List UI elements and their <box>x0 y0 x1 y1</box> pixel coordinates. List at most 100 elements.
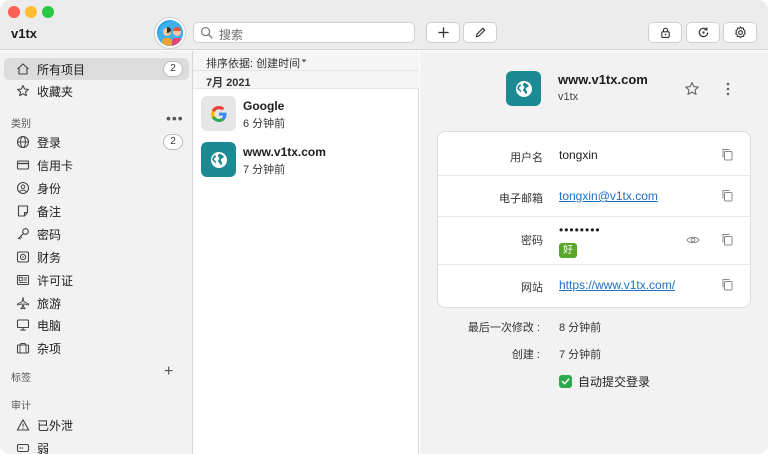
copy-icon[interactable] <box>721 278 734 291</box>
key-icon <box>17 228 29 240</box>
password-masked-value[interactable]: •••••••• <box>559 223 601 237</box>
sidebar-item-label: 身份 <box>37 181 62 196</box>
sidebar-item-all-items[interactable]: 所有项目 2 <box>4 58 189 80</box>
month-label: 7月 2021 <box>206 77 251 89</box>
checkmark-icon <box>559 375 572 388</box>
auto-submit-label: 自动提交登录 <box>578 375 651 389</box>
bank-icon <box>16 251 30 263</box>
app-window: v1tx 搜索 所有项目 2 收藏夹 类别 ••• 登录 2 信用卡 身份 备注… <box>0 0 768 454</box>
sidebar-item-label: 许可证 <box>37 273 74 288</box>
sidebar-item-licenses[interactable]: 许可证 <box>4 269 189 291</box>
sidebar-item-label: 旅游 <box>37 296 62 311</box>
sort-control[interactable]: 排序依据: 创建时间 <box>193 51 419 71</box>
more-options-icon[interactable] <box>725 81 731 97</box>
categories-header: 类别 <box>11 119 31 130</box>
tags-header: 标签 <box>11 373 31 384</box>
add-item-button[interactable] <box>426 22 460 43</box>
sidebar-item-favorites[interactable]: 收藏夹 <box>4 80 189 102</box>
sidebar-item-computers[interactable]: 电脑 <box>4 314 189 336</box>
vault-avatar-icon <box>158 21 183 46</box>
sidebar-item-miscellaneous[interactable]: 杂项 <box>4 337 189 359</box>
gear-icon <box>734 26 746 39</box>
identity-icon <box>16 181 30 195</box>
plus-icon <box>437 27 449 38</box>
sidebar: 所有项目 2 收藏夹 类别 ••• 登录 2 信用卡 身份 备注 密码 财务 许… <box>0 51 193 454</box>
zoom-window-button[interactable] <box>42 6 54 18</box>
sidebar-item-travel[interactable]: 旅游 <box>4 292 189 314</box>
sidebar-item-label: 弱 <box>37 441 50 454</box>
globe-icon <box>16 135 30 149</box>
sync-button[interactable] <box>686 22 720 43</box>
copy-icon[interactable] <box>721 233 734 246</box>
reveal-password-eye-icon[interactable] <box>686 233 700 247</box>
item-name: www.v1tx.com <box>243 145 326 159</box>
sidebar-item-compromised[interactable]: 已外泄 <box>4 414 189 436</box>
last-modified-value: 8 分钟前 <box>559 322 602 334</box>
list-item-v1tx[interactable]: www.v1tx.com 7 分钟前 <box>193 137 419 183</box>
field-value-link[interactable]: tongxin@v1tx.com <box>559 189 658 203</box>
lock-icon <box>660 27 670 38</box>
field-label: 电子邮箱 <box>499 193 543 205</box>
sidebar-item-passwords[interactable]: 密码 <box>4 223 189 245</box>
sort-label[interactable]: 排序依据: 创建时间 <box>206 55 300 71</box>
lock-button[interactable] <box>648 22 682 43</box>
sidebar-item-label: 电脑 <box>37 318 62 333</box>
weak-icon <box>16 443 30 453</box>
search-placeholder[interactable]: 搜索 <box>219 26 243 43</box>
sidebar-item-label: 所有项目 <box>37 62 86 77</box>
field-label: 密码 <box>521 235 543 247</box>
settings-button[interactable] <box>723 22 757 43</box>
sidebar-item-label: 杂项 <box>37 341 62 356</box>
field-value[interactable]: tongxin <box>559 148 598 162</box>
field-label: 用户名 <box>510 152 543 164</box>
warning-icon <box>16 419 30 431</box>
close-window-button[interactable] <box>8 6 20 18</box>
sidebar-item-notes[interactable]: 备注 <box>4 200 189 222</box>
favorite-star-icon[interactable] <box>684 81 700 97</box>
vault-avatar[interactable] <box>155 18 185 48</box>
field-row-email[interactable]: 电子邮箱 tongxin@v1tx.com <box>438 176 752 217</box>
categories-more-button[interactable]: ••• <box>166 110 184 126</box>
sidebar-item-weak[interactable]: 弱 <box>4 437 189 454</box>
sidebar-item-logins[interactable]: 登录 2 <box>4 131 189 153</box>
month-section-header: 7月 2021 <box>193 71 419 89</box>
search-icon <box>200 26 213 39</box>
created-label: 创建 : <box>511 349 540 361</box>
pencil-icon <box>475 27 485 38</box>
sidebar-item-finance[interactable]: 财务 <box>4 246 189 268</box>
add-tag-button[interactable]: + <box>164 363 173 381</box>
note-icon <box>17 205 29 217</box>
sidebar-item-label: 收藏夹 <box>37 84 74 99</box>
audit-header: 审计 <box>11 401 31 412</box>
item-subtitle: 7 分钟前 <box>243 164 286 176</box>
vault-name[interactable]: v1tx <box>11 26 37 41</box>
credit-card-icon <box>16 160 30 170</box>
last-modified-label: 最后一次修改 : <box>467 322 540 334</box>
created-value: 7 分钟前 <box>559 349 602 361</box>
copy-icon[interactable] <box>721 189 734 202</box>
briefcase-icon <box>16 342 30 354</box>
minimize-window-button[interactable] <box>25 6 37 18</box>
sidebar-item-label: 密码 <box>37 227 62 242</box>
star-icon <box>17 84 29 97</box>
license-icon <box>16 274 30 286</box>
home-icon <box>17 63 29 75</box>
field-row-website[interactable]: 网站 https://www.v1tx.com/ <box>438 265 752 308</box>
sidebar-item-credit-cards[interactable]: 信用卡 <box>4 154 189 176</box>
search-field[interactable]: 搜索 <box>193 22 415 43</box>
copy-icon[interactable] <box>721 148 734 161</box>
item-list: 排序依据: 创建时间 7月 2021 Google 6 分钟前 www.v1tx… <box>193 51 419 454</box>
auto-submit-checkbox[interactable]: 自动提交登录 <box>559 373 650 390</box>
sidebar-item-identities[interactable]: 身份 <box>4 177 189 199</box>
item-detail-globe-icon <box>506 71 541 106</box>
list-item-google[interactable]: Google 6 分钟前 <box>193 91 419 137</box>
field-row-password[interactable]: 密码 •••••••• 好 <box>438 217 752 265</box>
count-badge: 2 <box>163 134 183 150</box>
edit-item-button[interactable] <box>463 22 497 43</box>
field-row-username[interactable]: 用户名 tongxin <box>438 132 752 176</box>
field-value-link[interactable]: https://www.v1tx.com/ <box>559 278 675 292</box>
item-title: www.v1tx.com <box>558 72 648 87</box>
google-icon <box>201 96 236 131</box>
login-fields-card: 用户名 tongxin 电子邮箱 tongxin@v1tx.com 密码 •••… <box>437 131 752 308</box>
toolbar: v1tx 搜索 <box>0 0 768 50</box>
